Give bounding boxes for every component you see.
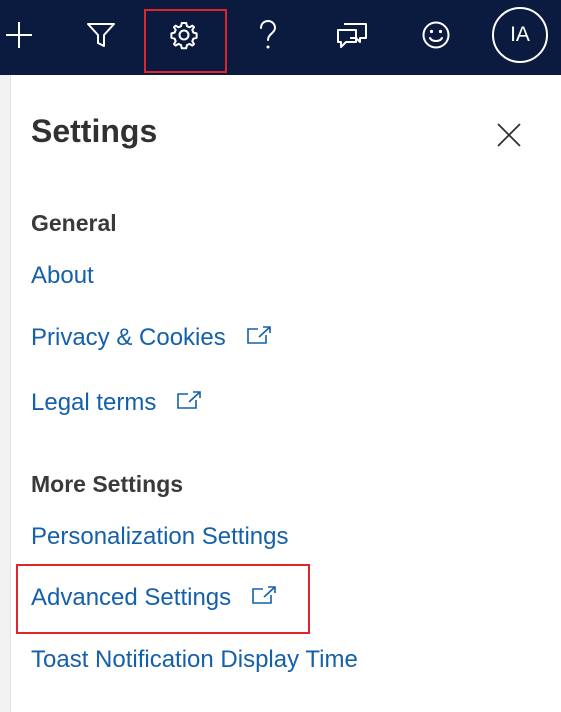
privacy-cookies-link[interactable]: Privacy & Cookies [31,324,272,352]
avatar[interactable]: IA [492,7,548,63]
about-link-label: About [31,262,94,289]
legal-terms-link[interactable]: Legal terms [31,389,202,417]
external-link-icon [251,584,277,612]
advanced-settings-label: Advanced Settings [31,584,232,611]
panel-title: Settings [31,113,158,149]
toast-notification-display-time-link[interactable]: Toast Notification Display Time [31,646,358,674]
background-page-edge [0,75,11,712]
external-link-icon [246,324,272,352]
help-icon[interactable] [255,0,281,70]
personalization-settings-label: Personalization Settings [31,523,289,550]
gear-highlight-box [144,9,227,73]
close-icon[interactable] [494,120,524,150]
privacy-cookies-label: Privacy & Cookies [31,324,226,351]
feedback-icon[interactable] [336,0,368,70]
smiley-icon[interactable] [420,0,452,70]
advanced-settings-link[interactable]: Advanced Settings [31,584,277,612]
legal-terms-label: Legal terms [31,389,157,416]
settings-panel: Settings General About Privacy & Cookies… [11,75,561,712]
filter-icon[interactable] [84,0,118,70]
external-link-icon [176,389,202,417]
section-heading-general: General [31,210,117,236]
toast-notification-label: Toast Notification Display Time [31,646,358,673]
plus-icon[interactable] [0,0,38,70]
top-bar: IA [0,0,561,75]
personalization-settings-link[interactable]: Personalization Settings [31,523,288,551]
about-link[interactable]: About [31,262,94,290]
section-heading-more-settings: More Settings [31,471,184,497]
